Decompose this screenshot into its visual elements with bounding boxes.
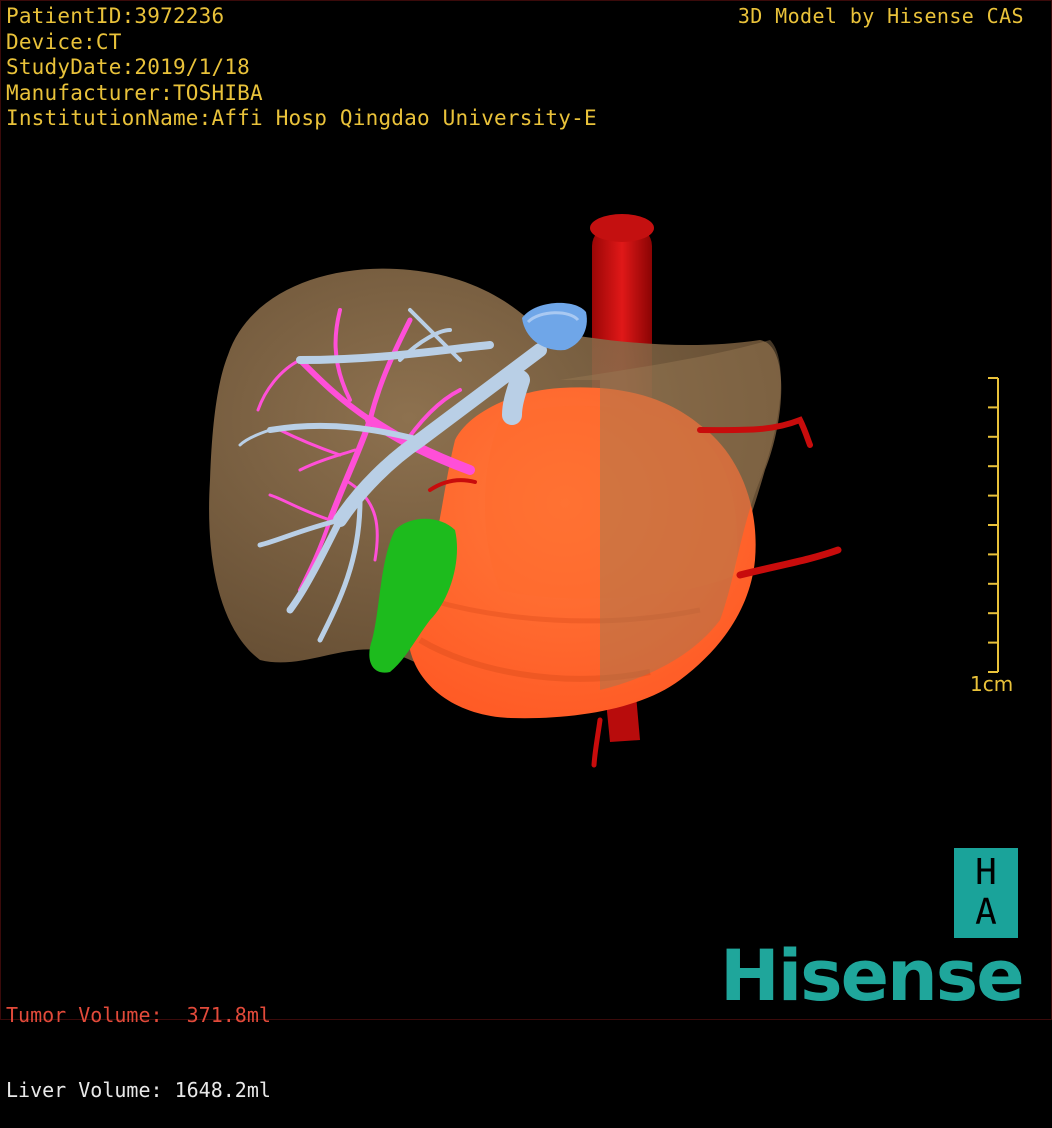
liver-volume: Liver Volume: 1648.2ml <box>6 1078 271 1102</box>
3d-model-viewport[interactable] <box>0 0 1052 1020</box>
scale-bar <box>988 377 999 673</box>
scale-bar-label: 1cm <box>970 672 1014 696</box>
ha-badge-top: H <box>975 852 997 893</box>
ha-badge-bottom: A <box>975 892 997 933</box>
ha-badge-logo: H A <box>954 848 1018 938</box>
volume-readout: Tumor Volume: 371.8ml Liver Volume: 1648… <box>6 953 271 1128</box>
hisense-logo: Hisense <box>720 935 1025 1017</box>
tumor-volume: Tumor Volume: 371.8ml <box>6 1003 271 1027</box>
